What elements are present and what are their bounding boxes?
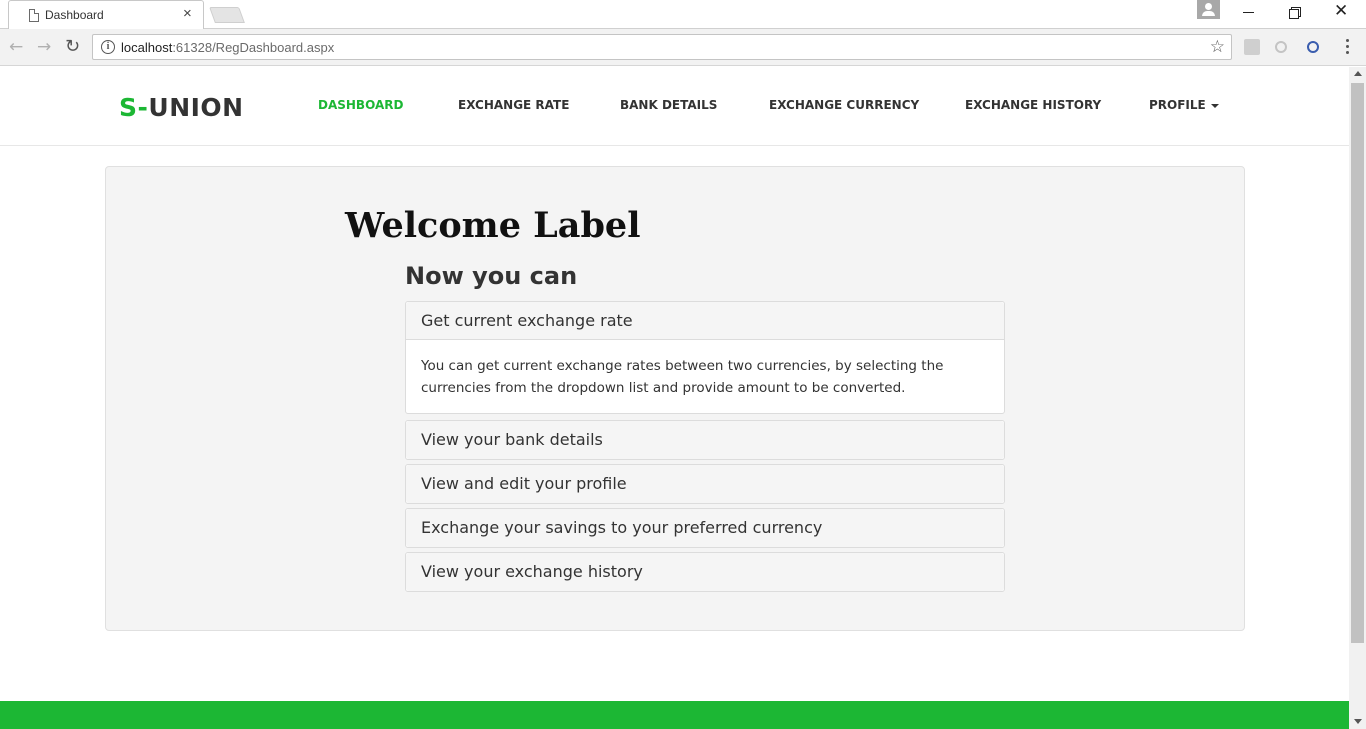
bookmark-star-icon[interactable]: ☆ (1210, 37, 1225, 57)
nav-exchange-currency[interactable]: EXCHANGE CURRENCY (769, 98, 919, 112)
page-viewport: S-UNION DASHBOARD EXCHANGE RATE BANK DET… (0, 67, 1349, 729)
close-window-icon[interactable]: ✕ (1334, 3, 1348, 20)
url-host: localhost (121, 40, 173, 55)
nav-profile-dropdown[interactable]: PROFILE (1149, 98, 1219, 112)
nav-exchange-history[interactable]: EXCHANGE HISTORY (965, 98, 1101, 112)
minimize-icon[interactable] (1243, 12, 1254, 13)
caret-down-icon (1210, 103, 1219, 108)
search-extension-icon[interactable] (1275, 41, 1287, 53)
brand-text: UNION (148, 93, 244, 122)
browser-toolbar: ← → ↻ i localhost:61328/RegDashboard.asp… (0, 29, 1366, 66)
url-text[interactable]: localhost:61328/RegDashboard.aspx (121, 40, 334, 55)
scroll-down-icon[interactable] (1354, 719, 1362, 724)
page-scrollbar[interactable] (1349, 67, 1366, 729)
brand-logo[interactable]: S-UNION (119, 93, 244, 122)
forward-icon[interactable]: → (37, 37, 51, 57)
panel-body: You can get current exchange rates betwe… (421, 358, 944, 396)
panel-heading[interactable]: Exchange your savings to your preferred … (406, 509, 1004, 547)
site-navbar: S-UNION DASHBOARD EXCHANGE RATE BANK DET… (0, 67, 1349, 146)
url-path: :61328/RegDashboard.aspx (172, 40, 335, 55)
dashboard-jumbotron: Welcome Label Now you can Get current ex… (105, 166, 1245, 631)
panel-heading[interactable]: Get current exchange rate (406, 302, 1004, 340)
accordion-panel-bank-details: View your bank details (405, 420, 1005, 460)
accordion-panel-exchange-rate: Get current exchange rate You can get cu… (405, 301, 1005, 414)
scroll-up-icon[interactable] (1354, 71, 1362, 76)
browser-menu-icon[interactable] (1346, 39, 1350, 55)
address-bar[interactable]: i localhost:61328/RegDashboard.aspx ☆ (92, 34, 1232, 60)
panel-heading[interactable]: View and edit your profile (406, 465, 1004, 503)
magnifier-extension-icon[interactable] (1307, 41, 1319, 53)
info-icon[interactable]: i (101, 40, 115, 54)
tab-close-icon[interactable]: × (183, 5, 192, 23)
subheading: Now you can (405, 262, 578, 290)
panel-heading[interactable]: View your exchange history (406, 553, 1004, 591)
welcome-label: Welcome Label (345, 205, 641, 246)
browser-tab-strip: Dashboard × ✕ (0, 0, 1366, 29)
accordion-panel-profile: View and edit your profile (405, 464, 1005, 504)
new-tab-button[interactable] (209, 7, 245, 23)
browser-tab[interactable]: Dashboard × (8, 0, 204, 29)
nav-profile-label: PROFILE (1149, 98, 1206, 112)
restore-icon[interactable] (1289, 7, 1301, 19)
nav-bank-details[interactable]: BANK DETAILS (620, 98, 717, 112)
reload-icon[interactable]: ↻ (65, 37, 80, 57)
pdf-extension-icon[interactable] (1244, 39, 1260, 55)
profile-icon[interactable] (1197, 0, 1220, 19)
brand-accent: S- (119, 93, 149, 122)
accordion-panel-exchange-currency: Exchange your savings to your preferred … (405, 508, 1005, 548)
site-footer (0, 701, 1349, 729)
tab-title: Dashboard (45, 8, 104, 22)
nav-dashboard[interactable]: DASHBOARD (318, 98, 403, 112)
page-icon (29, 9, 39, 22)
nav-exchange-rate[interactable]: EXCHANGE RATE (458, 98, 569, 112)
accordion-panel-exchange-history: View your exchange history (405, 552, 1005, 592)
panel-heading[interactable]: View your bank details (406, 421, 1004, 459)
scroll-thumb[interactable] (1351, 83, 1364, 643)
back-icon[interactable]: ← (9, 37, 23, 57)
